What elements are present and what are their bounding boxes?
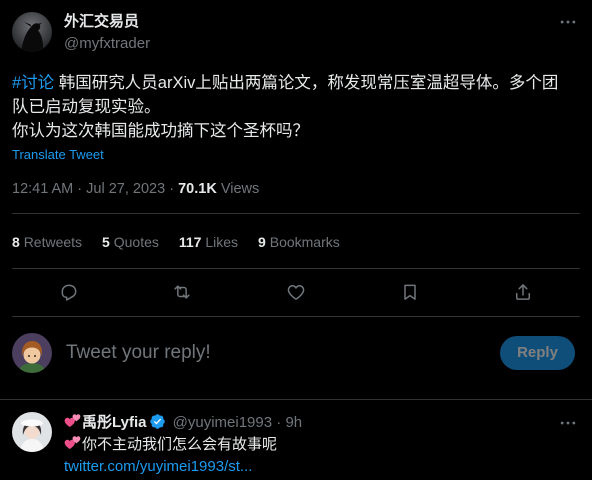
- reply-time-link[interactable]: 9h: [285, 414, 302, 431]
- author-handle[interactable]: @myfxtrader: [64, 34, 150, 54]
- retweets-label: Retweets: [23, 234, 83, 250]
- quotes-count: 5: [102, 234, 110, 250]
- divider: [0, 399, 592, 400]
- bookmarks-stat-link[interactable]: 9 Bookmarks: [258, 232, 340, 252]
- tweet-text-line-3: 你认为这次韩国能成功摘下这个圣杯吗？: [12, 122, 309, 140]
- tweet-text-line-2: 队已启动复现实验。: [12, 98, 161, 116]
- reply-author-avatar[interactable]: [12, 412, 52, 452]
- reply-separator: ·: [276, 414, 282, 431]
- meta-separator: ·: [169, 181, 175, 197]
- like-icon[interactable]: [286, 282, 306, 302]
- tweet-detail-page: 外汇交易员 @myfxtrader #讨论 韩国研究人员arXiv上贴出两篇论文…: [0, 0, 592, 480]
- retweet-icon[interactable]: [172, 282, 192, 302]
- likes-count: 117: [178, 234, 202, 250]
- reply-header: 禹彤Lyfia @yuyimei1993 · 9h: [64, 413, 302, 433]
- tweet-time: 12:41 AM: [12, 181, 74, 197]
- reply-input[interactable]: [66, 340, 486, 366]
- bookmarks-count: 9: [258, 234, 266, 250]
- divider: [12, 213, 580, 214]
- likes-stat-link[interactable]: 117 Likes: [179, 232, 238, 252]
- likes-label: Likes: [205, 234, 239, 250]
- translate-tweet-link[interactable]: Translate Tweet: [12, 146, 104, 164]
- tweet-text: #讨论 韩国研究人员arXiv上贴出两篇论文，称发现常压室温超导体。多个团 队已…: [12, 71, 580, 143]
- meta-separator: ·: [77, 181, 83, 197]
- reply-author-display-name[interactable]: 禹彤Lyfia: [82, 414, 146, 431]
- quotes-stat-link[interactable]: 5 Quotes: [102, 232, 159, 252]
- revolving-hearts-icon: [64, 435, 81, 452]
- hashtag-link[interactable]: #讨论: [12, 74, 54, 92]
- retweets-stat-link[interactable]: 8 Retweets: [12, 232, 82, 252]
- share-icon[interactable]: [513, 282, 533, 302]
- revolving-hearts-icon: [64, 413, 81, 430]
- bookmark-icon[interactable]: [400, 282, 420, 302]
- divider: [12, 268, 580, 269]
- views-count: 70.1K: [178, 181, 217, 197]
- tweet-text-segment: 韩国研究人员arXiv上贴出两篇论文，称发现常压室温超导体。多个团: [58, 74, 559, 92]
- reply-author-handle[interactable]: @yuyimei1993: [173, 414, 272, 431]
- tweet-actions-bar: [12, 280, 580, 304]
- retweets-count: 8: [12, 234, 20, 250]
- reply-icon[interactable]: [59, 282, 79, 302]
- reply-url-link[interactable]: twitter.com/yuyimei1993/st...: [64, 457, 252, 477]
- tweet-meta-row: 12:41 AM · Jul 27, 2023 · 70.1K Views: [12, 179, 259, 199]
- reply-text: 你不主动我们怎么会有故事呢: [64, 435, 277, 455]
- tweet-stats-row: 8 Retweets 5 Quotes 117 Likes 9 Bookmark…: [12, 232, 360, 252]
- bookmarks-label: Bookmarks: [269, 234, 340, 250]
- more-options-icon[interactable]: [558, 12, 578, 32]
- views-label: Views: [220, 181, 260, 197]
- reply-button[interactable]: Reply: [500, 336, 575, 370]
- author-avatar[interactable]: [12, 12, 52, 52]
- tweet-date: Jul 27, 2023: [86, 181, 166, 197]
- reply-text-content: 你不主动我们怎么会有故事呢: [82, 436, 278, 453]
- verified-badge-icon: [149, 413, 166, 430]
- my-avatar[interactable]: [12, 333, 52, 373]
- tweet-text-line-1: #讨论 韩国研究人员arXiv上贴出两篇论文，称发现常压室温超导体。多个团: [12, 71, 580, 95]
- quotes-label: Quotes: [113, 234, 159, 250]
- reply-more-options-icon[interactable]: [558, 413, 578, 433]
- divider: [12, 316, 580, 317]
- author-display-name[interactable]: 外汇交易员: [64, 12, 139, 32]
- tweet-timestamp-link[interactable]: 12:41 AM · Jul 27, 2023: [12, 181, 165, 197]
